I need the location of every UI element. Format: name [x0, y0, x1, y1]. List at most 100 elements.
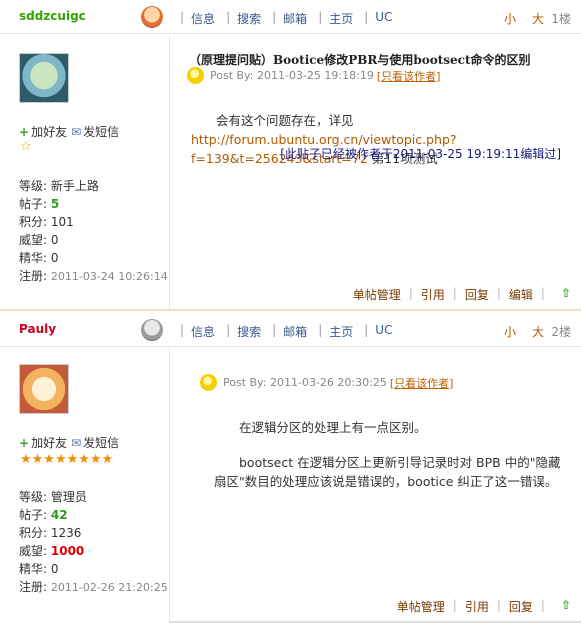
nav-search-link[interactable]: 搜索: [237, 10, 261, 27]
font-large-button[interactable]: 大: [532, 10, 544, 27]
post-title: （原理提问贴）Bootice修改PBR与使用bootsect命令的区别: [189, 53, 531, 67]
floor-number: 2楼: [551, 325, 571, 339]
posts-value: 42: [50, 508, 68, 522]
author-name[interactable]: Pauly: [19, 322, 56, 336]
separator: |: [540, 598, 545, 612]
post-actions: 单帖管理 | 引用 | 回复 | 编辑 | ⇧: [353, 286, 571, 303]
quote-link[interactable]: 引用: [421, 286, 445, 303]
send-message-button[interactable]: ✉ 发短信: [71, 434, 119, 451]
separator: |: [364, 10, 369, 24]
plus-icon: +: [19, 436, 30, 450]
author-name[interactable]: sddzcuigc: [19, 9, 86, 23]
body-paragraph-2: bootsect 在逻辑分区上更新引导记录时对 BPB 中的"隐藏扇区"数目的处…: [214, 455, 561, 489]
post-body: 在逻辑分区的处理上有一点区别。 bootsect 在逻辑分区上更新引导记录时对 …: [214, 418, 563, 507]
separator: |: [364, 323, 369, 337]
author-actions: + 加好友 ✉ 发短信: [19, 434, 119, 451]
post-time: 2011-03-25 19:18:19: [256, 69, 374, 82]
plus-icon: +: [19, 125, 30, 139]
nav-homepage-link[interactable]: 主页: [329, 323, 353, 340]
post-header: Pauly | 信息 | 搜索 | 邮箱 | 主页 | UC 小 大 2楼: [0, 311, 581, 347]
post-divider: [0, 309, 581, 311]
post-by-label: Post By:: [210, 69, 254, 82]
send-message-button[interactable]: ✉ 发短信: [71, 123, 119, 140]
add-friend-label: 加好友: [31, 125, 68, 139]
posts-value: 5: [50, 197, 60, 211]
nav-mailbox-link[interactable]: 邮箱: [283, 323, 307, 340]
separator: |: [540, 286, 545, 300]
post-nav: | 信息 | 搜索 | 邮箱 | 主页 | UC: [180, 10, 403, 27]
back-to-top-icon[interactable]: ⇧: [561, 286, 571, 303]
manage-post-link[interactable]: 单帖管理: [353, 286, 401, 303]
quote-link[interactable]: 引用: [465, 598, 489, 615]
envelope-icon: ✉: [71, 436, 82, 450]
author-actions: + 加好友 ✉ 发短信: [19, 123, 119, 140]
separator: |: [452, 598, 457, 612]
elite-label: 精华:: [19, 251, 48, 265]
separator: |: [408, 286, 413, 300]
points-value: 1236: [50, 526, 82, 540]
back-to-top-icon[interactable]: ⇧: [561, 598, 571, 615]
prestige-label: 威望:: [19, 544, 48, 558]
author-only-link[interactable]: [只看该作者]: [377, 68, 441, 84]
smile-icon: [200, 374, 217, 391]
separator: |: [226, 10, 231, 24]
font-small-button[interactable]: 小: [504, 323, 516, 340]
nav-mailbox-link[interactable]: 邮箱: [283, 10, 307, 27]
nav-uc-link[interactable]: UC: [375, 10, 392, 27]
post-meta: Post By: 2011-03-25 19:18:19 [只看该作者]: [187, 67, 440, 84]
body-paragraph-1: 在逻辑分区的处理上有一点区别。: [239, 420, 427, 435]
add-friend-label: 加好友: [31, 436, 68, 450]
separator: |: [496, 286, 501, 300]
elite-label: 精华:: [19, 562, 48, 576]
separator: |: [318, 323, 323, 337]
post-footer: 单帖管理 | 引用 | 回复 | ⇧: [170, 589, 581, 623]
separator: |: [452, 286, 457, 300]
font-small-button[interactable]: 小: [504, 10, 516, 27]
offline-status-icon: [141, 319, 163, 341]
nav-uc-link[interactable]: UC: [375, 323, 392, 340]
separator: |: [180, 323, 185, 337]
body-text: 会有这个问题存在，详见: [216, 113, 354, 128]
nav-search-link[interactable]: 搜索: [237, 323, 261, 340]
avatar[interactable]: [19, 364, 69, 414]
reply-link[interactable]: 回复: [465, 286, 489, 303]
nav-info-link[interactable]: 信息: [191, 10, 215, 27]
add-friend-button[interactable]: + 加好友: [19, 123, 67, 140]
separator: |: [226, 323, 231, 337]
author-only-link[interactable]: [只看该作者]: [390, 375, 454, 391]
level-value: 管理员: [50, 490, 87, 504]
rank-stars: ☆: [20, 139, 32, 154]
avatar[interactable]: [19, 53, 69, 103]
font-large-button[interactable]: 大: [532, 323, 544, 340]
separator: |: [496, 598, 501, 612]
prestige-label: 威望:: [19, 233, 48, 247]
edit-link[interactable]: 编辑: [509, 286, 533, 303]
post-actions: 单帖管理 | 引用 | 回复 | ⇧: [397, 598, 571, 615]
registered-value: 2011-03-24 10:26:14: [50, 270, 168, 283]
author-profile: 等级: 管理员 帖子: 42 积分: 1236 威望: 1000 精华: 0 注…: [19, 488, 168, 597]
send-message-label: 发短信: [83, 125, 120, 139]
separator: |: [272, 323, 277, 337]
registered-label: 注册:: [19, 269, 48, 283]
nav-homepage-link[interactable]: 主页: [329, 10, 353, 27]
manage-post-link[interactable]: 单帖管理: [397, 598, 445, 615]
envelope-icon: ✉: [71, 125, 82, 139]
font-size-controls: 小 大: [504, 10, 544, 27]
post-by-label: Post By:: [223, 376, 267, 389]
reply-link[interactable]: 回复: [509, 598, 533, 615]
rank-stars: ★★★★★★★★: [20, 452, 114, 467]
post-content: Post By: 2011-03-26 20:30:25 [只看该作者] 在逻辑…: [171, 348, 581, 623]
posts-label: 帖子:: [19, 508, 48, 522]
floor-number: 1楼: [551, 12, 571, 26]
send-message-label: 发短信: [83, 436, 120, 450]
separator: |: [272, 10, 277, 24]
post-meta: Post By: 2011-03-26 20:30:25 [只看该作者]: [200, 374, 453, 391]
author-profile: 等级: 新手上路 帖子: 5 积分: 101 威望: 0 精华: 0 注册: 2…: [19, 177, 168, 286]
author-sidebar: + 加好友 ✉ 发短信 ★★★★★★★★ 等级: 管理员 帖子: 42 积分: 12…: [0, 348, 170, 623]
nav-info-link[interactable]: 信息: [191, 323, 215, 340]
post-1: sddzcuigc | 信息 | 搜索 | 邮箱 | 主页 | UC 小 大 1楼 + 加好…: [0, 0, 581, 311]
post-time: 2011-03-26 20:30:25: [269, 376, 387, 389]
font-size-controls: 小 大: [504, 323, 544, 340]
add-friend-button[interactable]: + 加好友: [19, 434, 67, 451]
edited-note: [此贴子已经被作者于2011-03-25 19:19:11编辑过]: [280, 147, 561, 161]
